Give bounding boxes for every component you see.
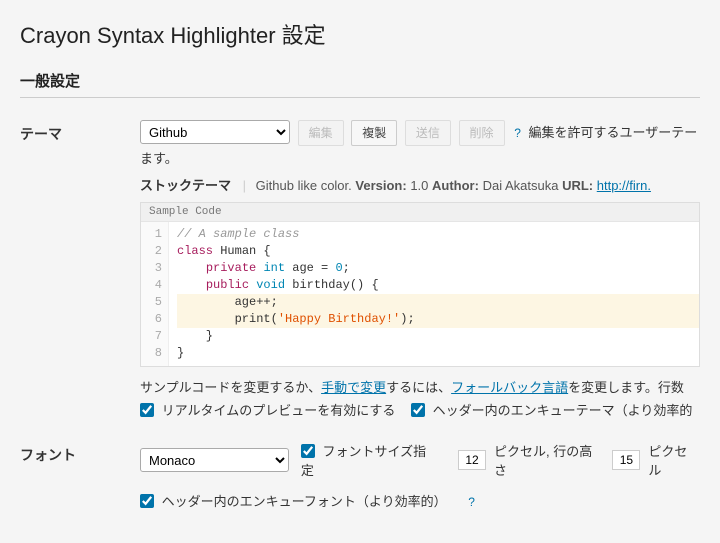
section-general-heading: 一般設定 <box>20 70 700 98</box>
help-icon[interactable]: ? <box>514 126 521 140</box>
delete-button[interactable]: 削除 <box>459 120 505 146</box>
code-gutter: 12345678 <box>141 222 169 366</box>
stock-label: ストックテーマ <box>140 178 231 193</box>
send-button[interactable]: 送信 <box>405 120 451 146</box>
author-val: Dai Akatsuka <box>483 178 559 193</box>
font-label: フォント <box>20 441 140 465</box>
version-val: 1.0 <box>410 178 428 193</box>
font-size-checkbox[interactable] <box>301 444 315 458</box>
page-title: Crayon Syntax Highlighter 設定 <box>20 18 700 50</box>
enqueue-font-checkbox[interactable] <box>140 494 154 508</box>
line-height-input[interactable] <box>612 450 640 470</box>
url-link[interactable]: http://firn. <box>597 178 651 193</box>
edit-allow-text: 編集を許可するユーザーテー <box>529 125 698 140</box>
font-size-label[interactable]: フォントサイズ指定 <box>301 441 438 479</box>
theme-label: テーマ <box>20 120 140 144</box>
enqueue-theme-checkbox[interactable] <box>411 403 425 417</box>
font-px-label: ピクセル, 行の高さ <box>494 441 604 479</box>
stock-theme-line: ストックテーマ | Github like color. Version: 1.… <box>140 175 700 194</box>
duplicate-button[interactable]: 複製 <box>351 120 397 146</box>
font-size-input[interactable] <box>458 450 486 470</box>
font-select[interactable]: Monaco <box>140 448 289 472</box>
code-preview-title: Sample Code <box>141 203 699 222</box>
edit-button[interactable]: 編集 <box>298 120 344 146</box>
allow-suffix-text: ます。 <box>140 148 700 167</box>
realtime-preview-label[interactable]: リアルタイムのプレビューを有効にする <box>140 403 399 418</box>
theme-select[interactable]: Github <box>140 120 290 144</box>
theme-row: テーマ Github 編集 複製 送信 削除 ? 編集を許可するユーザーテー ま… <box>20 120 700 419</box>
font-row: フォント Monaco フォントサイズ指定 ピクセル, 行の高さ ピクセル ヘッ… <box>20 441 700 510</box>
font-px-trail: ピクセル <box>648 441 700 479</box>
enqueue-font-label[interactable]: ヘッダー内のエンキューフォント（より効率的） <box>140 494 450 509</box>
enqueue-theme-label[interactable]: ヘッダー内のエンキューテーマ（より効率的 <box>411 403 692 418</box>
help-icon[interactable]: ? <box>468 495 475 509</box>
fallback-lang-link[interactable]: フォールバック言語 <box>451 380 568 395</box>
url-key: URL: <box>562 178 593 193</box>
manual-change-link[interactable]: 手動で変更 <box>321 380 386 395</box>
version-key: Version: <box>355 178 406 193</box>
stock-desc: Github like color. <box>256 178 352 193</box>
code-lines: // A sample classclass Human { private i… <box>169 222 699 366</box>
author-key: Author: <box>432 178 479 193</box>
preview-change-text: サンプルコードを変更するか、手動で変更するには、フォールバック言語を変更します。… <box>140 377 700 396</box>
code-preview: Sample Code 12345678 // A sample classcl… <box>140 202 700 367</box>
realtime-preview-checkbox[interactable] <box>140 403 154 417</box>
